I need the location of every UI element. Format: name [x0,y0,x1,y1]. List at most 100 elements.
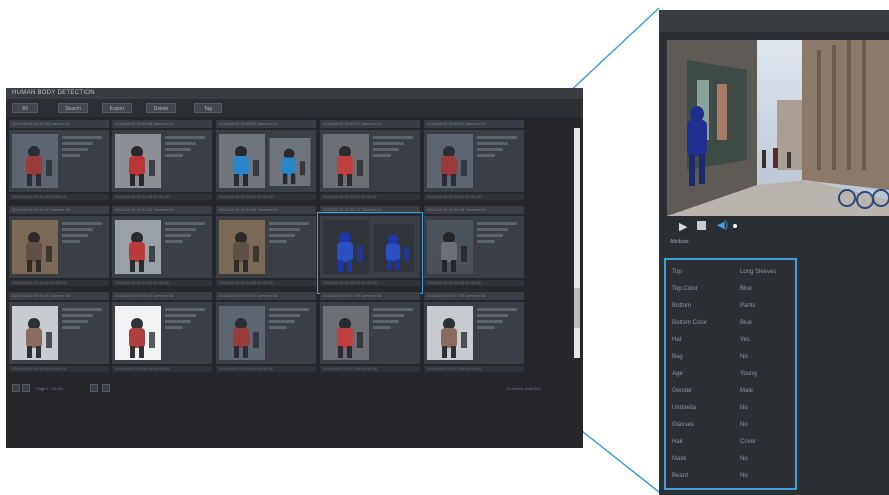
attribute-row: Age Young [666,368,795,382]
prev-page-button[interactable] [22,384,30,392]
card-footer: 2018-08-02 15:36:24 00:00:03 [112,366,212,372]
attribute-value: Young [740,371,757,377]
attribute-row: Bag No [666,351,795,365]
card-info [62,222,106,246]
attribute-key: Hat [672,337,682,343]
card-body [320,130,420,192]
card-info [62,136,106,160]
snapshot-thumbnail[interactable] [219,220,265,274]
window-title: HUMAN BODY DETECTION [6,88,583,99]
attribute-key: Bag [672,354,683,360]
card-info [165,222,209,246]
snapshot-thumbnail[interactable] [115,220,161,274]
snapshot-thumbnail[interactable] [323,306,369,360]
snapshot-thumbnail[interactable] [12,220,58,274]
snapshot-thumbnail[interactable] [323,134,369,188]
attribute-row: Hair Cover [666,436,795,450]
snapshot-thumbnail[interactable] [12,134,58,188]
first-page-button[interactable] [12,384,20,392]
card-body [320,302,420,364]
toolbar: All Search Export Delete Tag [6,99,583,117]
snapshot-thumbnail[interactable] [427,220,473,274]
card-footer: 2018-08-02 15:32:18 00:00:05 [9,194,109,200]
play-icon[interactable]: ▶ [679,220,687,233]
result-card[interactable]: 2018-08-02 15:34:10 Camera 03 2018-08-02… [9,206,109,286]
result-grid: 2018-08-02 15:32:18 Camera 01 2018-08-02… [6,120,576,378]
card-footer: 2018-08-02 15:37:09 00:00:05 [320,366,420,372]
attribute-key: Umbrella [672,405,697,411]
result-card[interactable]: 2018-08-02 15:34:32 Camera 03 2018-08-02… [112,206,212,286]
attribute-value: No [740,405,748,411]
card-body [216,130,316,192]
detail-header [659,10,889,32]
attribute-key: Gender [672,388,693,394]
tag-button[interactable]: Tag [194,103,222,113]
card-header: 2018-08-02 15:37:09 Camera 06 [320,292,420,300]
card-footer: 2018-08-02 15:34:32 00:00:06 [112,280,212,286]
attribute-key: Hair [672,439,684,445]
face-crop-thumbnail[interactable] [268,138,312,186]
attribute-key: Glasses [672,422,694,428]
result-card[interactable]: 2018-08-02 15:33:51 Camera 03 2018-08-02… [424,120,524,200]
attribute-row: Hat Yes [666,334,795,348]
result-card[interactable]: 2018-08-02 15:36:47 Camera 05 2018-08-02… [216,292,316,372]
detail-panel: ▶ ◀) Attribute Top Long Sleeves Top Color B… [659,10,889,495]
snapshot-thumbnail[interactable] [115,306,161,360]
attribute-value: No [740,473,748,479]
card-body [424,302,524,364]
result-card[interactable]: 2018-08-02 15:37:30 Camera 06 2018-08-02… [424,292,524,372]
result-card[interactable]: 2018-08-02 15:35:38 Camera 04 2018-08-02… [424,206,524,286]
result-card[interactable]: 2018-08-02 15:34:55 Camera 04 2018-08-02… [216,206,316,286]
attribute-row: Bottom Pants [666,300,795,314]
volume-slider-handle[interactable] [733,224,737,228]
attribute-value: No [740,422,748,428]
attribute-row: Gender Male [666,385,795,399]
card-info [269,308,313,332]
card-header: 2018-08-02 15:35:38 Camera 04 [424,206,524,214]
card-info [62,308,106,332]
card-footer: 2018-08-02 15:37:30 00:00:04 [424,366,524,372]
card-info [269,222,313,246]
card-info [165,308,209,332]
card-info [373,136,417,160]
export-button[interactable]: Export [102,103,132,113]
result-card[interactable]: 2018-08-02 15:36:24 Camera 05 2018-08-02… [112,292,212,372]
snapshot-thumbnail[interactable] [427,306,473,360]
result-card[interactable]: 2018-08-02 15:33:27 Camera 02 2018-08-02… [320,120,420,200]
result-card[interactable]: 2018-08-02 15:37:09 Camera 06 2018-08-02… [320,292,420,372]
card-body [424,130,524,192]
card-footer: 2018-08-02 15:33:51 00:00:05 [424,194,524,200]
attribute-key: Beard [672,473,689,479]
snapshot-thumbnail[interactable] [115,134,161,188]
snapshot-thumbnail[interactable] [12,306,58,360]
card-header: 2018-08-02 15:32:18 Camera 01 [9,120,109,128]
scrollbar-thumb[interactable] [574,288,580,328]
volume-icon[interactable]: ◀) [717,220,728,231]
next-page-button[interactable] [90,384,98,392]
snapshot-thumbnail[interactable] [219,306,265,360]
card-header: 2018-08-02 15:34:32 Camera 03 [112,206,212,214]
playback-controls: ▶ ◀) [667,216,889,236]
snapshot-thumbnail[interactable] [219,134,265,188]
card-header: 2018-08-02 15:37:30 Camera 06 [424,292,524,300]
last-page-button[interactable] [102,384,110,392]
card-info [165,136,209,160]
delete-button[interactable]: Delete [146,103,176,113]
card-body [424,216,524,278]
search-button[interactable]: Search [58,103,88,113]
result-card[interactable]: 2018-08-02 15:33:02 Camera 02 2018-08-02… [216,120,316,200]
filter-all-button[interactable]: All [12,103,38,113]
snapshot-thumbnail[interactable] [427,134,473,188]
result-card[interactable]: 2018-08-02 15:36:01 Camera 05 2018-08-02… [9,292,109,372]
stop-icon[interactable] [697,221,706,230]
result-card[interactable]: 2018-08-02 15:32:40 Camera 01 2018-08-02… [112,120,212,200]
card-body [216,216,316,278]
attribute-value: Pants [740,303,756,309]
result-card[interactable]: 2018-08-02 15:32:18 Camera 01 2018-08-02… [9,120,109,200]
pagination-bar: Page 1 / 16 Go 15 results Total 240 [6,382,583,394]
card-body [112,216,212,278]
card-header: 2018-08-02 15:36:24 Camera 05 [112,292,212,300]
card-body [216,302,316,364]
attribute-value: Cover [740,439,757,445]
attribute-value: Blue [740,286,753,292]
